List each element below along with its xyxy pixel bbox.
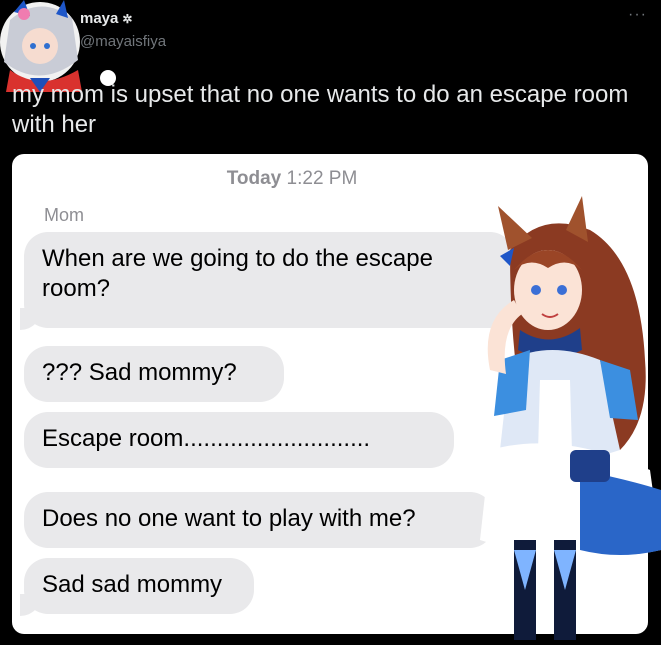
message-text: ??? Sad mommy? <box>42 359 237 386</box>
message-bubble: Does no one want to play with me? <box>24 492 494 548</box>
timestamp-day: Today <box>226 168 282 189</box>
bubble-tail <box>20 594 42 616</box>
gear-icon: ✲ <box>122 11 133 26</box>
timestamp-time: 1:22 PM <box>286 168 358 189</box>
display-name[interactable]: maya ✲ <box>80 10 132 27</box>
message-bubble: ??? Sad mommy? <box>24 346 284 402</box>
sender-name: Mom <box>44 205 84 225</box>
display-name-text[interactable]: maya <box>80 10 118 27</box>
message-text: Does no one want to play with me? <box>42 505 416 532</box>
message-text: Sad sad mommy <box>42 571 223 598</box>
message-bubble: Escape room............................ <box>24 412 454 468</box>
message-timestamp: Today 1:22 PM <box>12 168 572 190</box>
message-bubble: When are we going to do the escape room? <box>24 232 514 328</box>
bubble-tail <box>20 308 42 330</box>
tweet-text: my mom is upset that no one wants to do … <box>12 81 629 138</box>
more-options-icon[interactable]: ··· <box>628 6 647 24</box>
message-text: When are we going to do the escape room? <box>42 245 433 302</box>
character-illustration <box>470 190 661 640</box>
message-bubble: Sad sad mommy <box>24 558 254 614</box>
message-text: Escape room............................ <box>42 425 371 452</box>
handle[interactable]: @mayaisfiya <box>80 33 166 50</box>
